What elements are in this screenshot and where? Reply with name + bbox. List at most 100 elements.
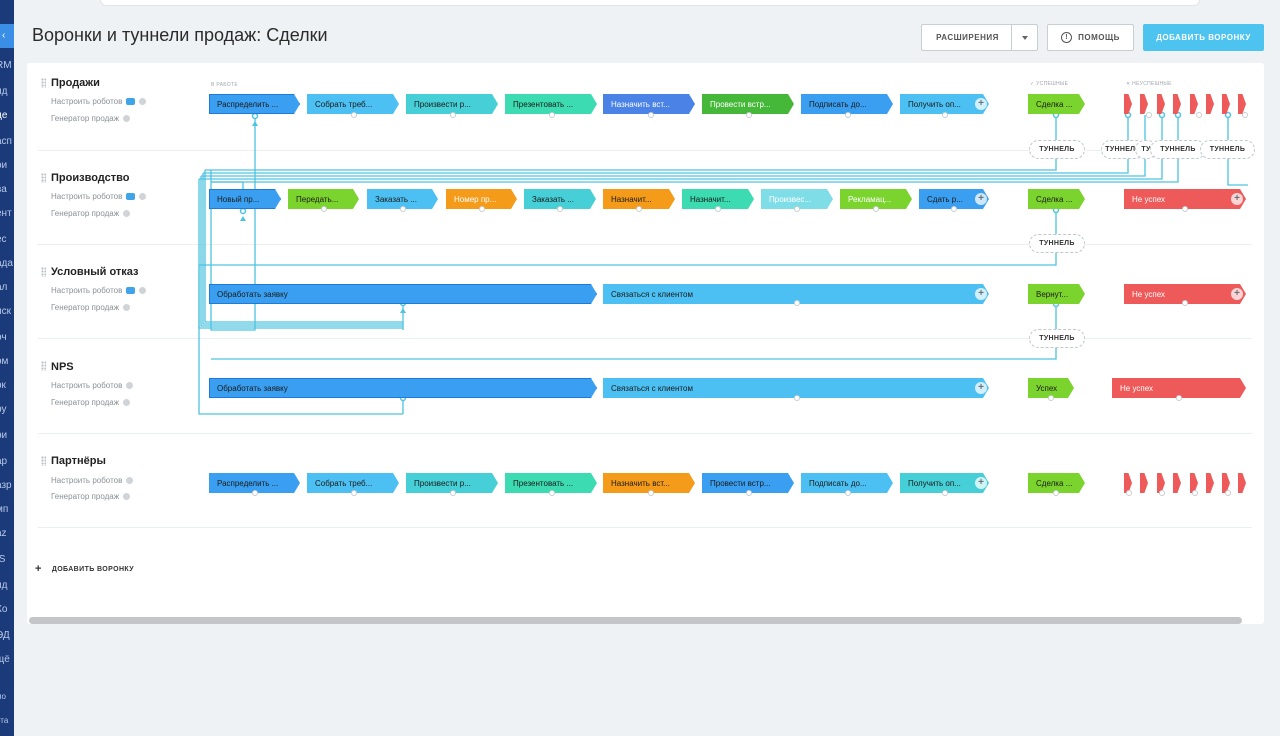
sidebar-item[interactable]: ЭД (0, 630, 10, 641)
stage-handle-dot[interactable] (845, 490, 851, 496)
pipeline-name-production[interactable]: Производство (51, 172, 129, 184)
stage-handle-dot[interactable] (942, 112, 948, 118)
sidebar-item[interactable]: ент (0, 208, 12, 219)
sidebar-item[interactable]: RM (0, 60, 12, 71)
robots-link[interactable]: Настроить роботов (51, 286, 147, 295)
stage-handle-dot[interactable] (450, 490, 456, 496)
stage-handle-dot[interactable] (1048, 395, 1054, 401)
stage-sales-1[interactable]: Распределить ... (209, 94, 300, 114)
generator-link[interactable]: Генератор продаж (51, 209, 131, 218)
drag-handle-icon[interactable] (41, 173, 46, 183)
stage-handle-dot[interactable] (1146, 112, 1152, 118)
tunnel-badge[interactable]: ТУННЕЛЬ (1200, 140, 1255, 159)
pipeline-name-partners[interactable]: Партнёры (51, 455, 106, 467)
stage-handle-dot[interactable] (746, 112, 752, 118)
help-icon[interactable] (123, 493, 131, 500)
sidebar-item[interactable]: ада (0, 258, 13, 269)
robots-link[interactable]: Настроить роботов (51, 476, 134, 485)
stage-sales-3[interactable]: Произвести р... (406, 94, 498, 114)
help-icon[interactable] (139, 287, 147, 294)
drag-handle-icon[interactable] (41, 267, 46, 277)
stage-handle-dot[interactable] (1182, 206, 1188, 212)
robots-link[interactable]: Настроить роботов (51, 381, 134, 390)
stage-handle-dot[interactable] (794, 300, 800, 306)
stage-nps-1[interactable]: Обработать заявку (209, 378, 597, 398)
sidebar-item[interactable]: рта (0, 716, 8, 725)
stage-handle-dot[interactable] (1159, 490, 1165, 496)
add-stage-plus-icon[interactable]: + (975, 193, 987, 205)
add-stage-plus-icon[interactable]: + (975, 477, 987, 489)
stage-refusal-success[interactable]: Вернут... (1028, 284, 1085, 304)
add-funnel-link[interactable]: + ДОБАВИТЬ ВОРОНКУ (35, 563, 134, 575)
pipeline-name-sales[interactable]: Продажи (51, 77, 100, 89)
help-icon[interactable] (139, 193, 147, 200)
sidebar-item[interactable]: ар (0, 456, 7, 467)
stage-sales-4[interactable]: Презентовать ... (505, 94, 597, 114)
sidebar-item[interactable]: IS (0, 554, 5, 565)
help-icon[interactable] (126, 477, 134, 484)
stage-handle-dot[interactable] (252, 490, 258, 496)
stage-handle-dot[interactable] (715, 206, 721, 212)
sidebar-item[interactable]: ес (0, 234, 7, 245)
stage-sales-7[interactable]: Подписать до... (801, 94, 893, 114)
sidebar-item[interactable]: ид (0, 580, 7, 591)
sidebar-item[interactable]: ал (0, 282, 7, 293)
add-stage-plus-icon[interactable]: + (975, 98, 987, 110)
stage-production-success[interactable]: Сделка ... (1028, 189, 1085, 209)
stage-handle-dot[interactable] (1192, 490, 1198, 496)
stage-refusal-1[interactable]: Обработать заявку (209, 284, 597, 304)
drag-handle-icon[interactable] (41, 78, 46, 88)
sidebar-item[interactable]: Ко (0, 604, 7, 615)
drag-handle-icon[interactable] (41, 456, 46, 466)
sidebar-item[interactable]: оч (0, 332, 7, 343)
stage-handle-dot[interactable] (321, 206, 327, 212)
help-icon[interactable] (123, 210, 131, 217)
sidebar-item[interactable]: ои (0, 160, 7, 171)
robots-link[interactable]: Настроить роботов (51, 192, 147, 201)
sidebar-item[interactable]: де (0, 110, 7, 121)
stage-handle-dot[interactable] (351, 490, 357, 496)
stage-handle-dot[interactable] (1182, 300, 1188, 306)
sidebar-item[interactable]: асп (0, 136, 12, 147)
stage-handle-dot[interactable] (450, 112, 456, 118)
sidebar-item[interactable]: az (0, 528, 7, 539)
stage-handle-dot[interactable] (479, 206, 485, 212)
stage-handle-dot[interactable] (794, 206, 800, 212)
generator-link[interactable]: Генератор продаж (51, 492, 131, 501)
stage-handle-dot[interactable] (400, 206, 406, 212)
tunnel-badge[interactable]: ТУННЕЛЬ (1150, 140, 1206, 159)
horizontal-scrollbar[interactable] (29, 617, 1242, 624)
stage-handle-dot[interactable] (549, 490, 555, 496)
stage-handle-dot[interactable] (1053, 490, 1059, 496)
generator-link[interactable]: Генератор продаж (51, 398, 131, 407)
add-stage-plus-icon[interactable]: + (975, 288, 987, 300)
drag-handle-icon[interactable] (41, 361, 46, 371)
stage-handle-dot[interactable] (1176, 395, 1182, 401)
tunnel-badge[interactable]: ТУННЕЛЬ (1029, 140, 1085, 159)
sidebar-item[interactable]: щё (0, 654, 10, 665)
sidebar-item[interactable]: мп (0, 504, 8, 515)
stage-handle-dot[interactable] (549, 112, 555, 118)
stage-handle-dot[interactable] (351, 112, 357, 118)
stage-handle-dot[interactable] (648, 490, 654, 496)
tunnel-badge[interactable]: ТУННЕЛЬ (1029, 329, 1085, 348)
sidebar-item[interactable]: ва (0, 184, 7, 195)
help-icon[interactable] (126, 382, 134, 389)
stage-handle-dot[interactable] (1126, 490, 1132, 496)
add-funnel-button[interactable]: ДОБАВИТЬ ВОРОНКУ (1143, 24, 1264, 51)
stage-handle-dot[interactable] (1242, 112, 1248, 118)
pipeline-name-nps[interactable]: NPS (51, 361, 74, 373)
tunnel-badge[interactable]: ТУННЕЛЬ (1029, 234, 1085, 253)
sidebar-item[interactable]: ид (0, 86, 7, 97)
sidebar-item[interactable]: мо (0, 692, 6, 701)
help-icon[interactable] (123, 304, 131, 311)
stage-handle-dot[interactable] (1196, 112, 1202, 118)
sidebar-collapse-toggle[interactable]: ‹ (0, 24, 14, 48)
extensions-button[interactable]: РАСШИРЕНИЯ (921, 24, 1038, 51)
sidebar-item[interactable]: ри (0, 430, 7, 441)
add-stage-plus-icon[interactable]: + (1231, 193, 1243, 205)
sidebar-item[interactable]: иск (0, 306, 11, 317)
stage-handle-dot[interactable] (794, 395, 800, 401)
stage-handle-dot[interactable] (873, 206, 879, 212)
help-icon[interactable] (139, 98, 147, 105)
